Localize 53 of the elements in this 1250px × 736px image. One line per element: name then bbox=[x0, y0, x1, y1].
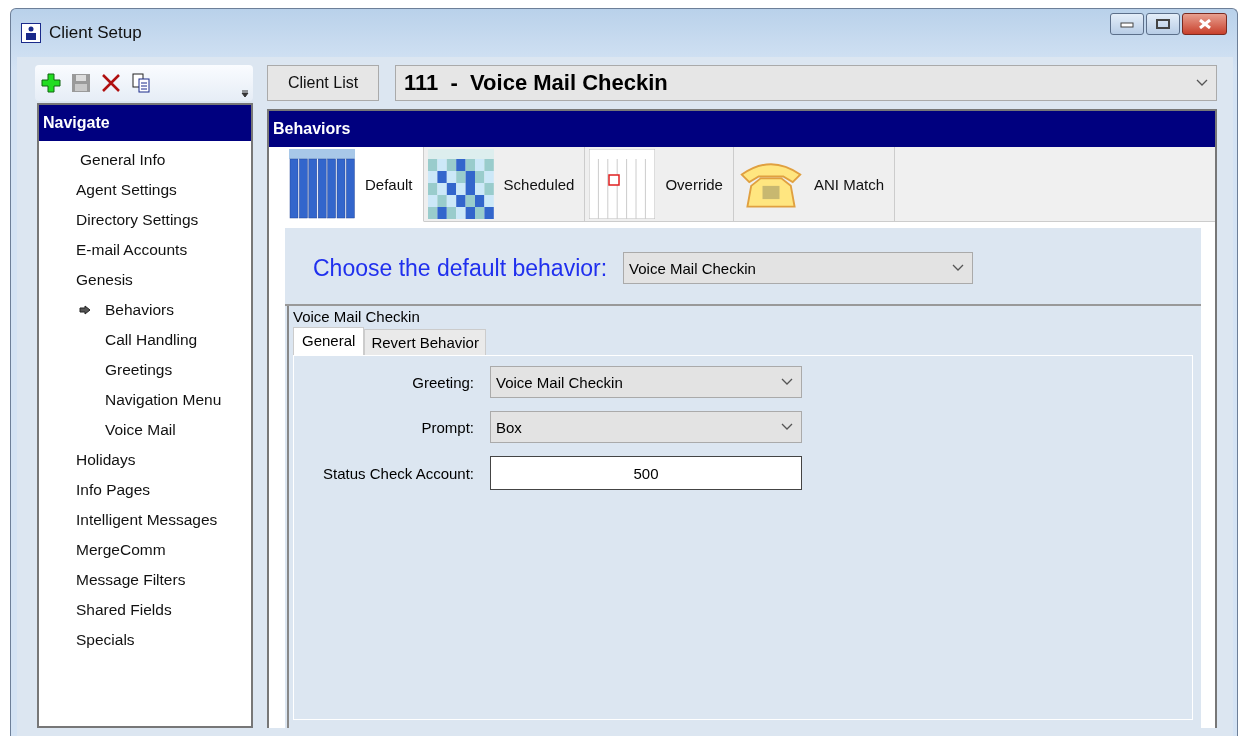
calendar-week-icon bbox=[289, 149, 355, 219]
default-behavior-label: Choose the default behavior: bbox=[313, 254, 608, 282]
nav-item[interactable]: Call Handling bbox=[79, 325, 198, 355]
group-title: Voice Mail Checkin bbox=[292, 307, 421, 325]
nav-item[interactable]: MergeComm bbox=[39, 535, 251, 565]
nav-item[interactable]: Message Filters bbox=[39, 565, 251, 595]
field-label: Status Check Account: bbox=[322, 464, 474, 482]
app-logo-icon bbox=[21, 23, 41, 43]
maximize-icon bbox=[1156, 19, 1170, 29]
behaviors-header: Behaviors bbox=[269, 111, 1215, 147]
field-label: Prompt: bbox=[420, 418, 474, 436]
navigate-header: Navigate bbox=[39, 105, 251, 141]
nav-item[interactable]: Agent Settings bbox=[39, 175, 251, 205]
field-label: Greeting: bbox=[411, 373, 474, 391]
nav-item[interactable]: E-mail Accounts bbox=[39, 235, 251, 265]
maximize-button[interactable] bbox=[1146, 13, 1180, 35]
nav-item[interactable]: Shared Fields bbox=[39, 595, 251, 625]
chevron-down-icon bbox=[1196, 79, 1208, 87]
nav-item[interactable]: Behaviors bbox=[79, 295, 174, 325]
delete-icon[interactable] bbox=[101, 73, 121, 93]
dropdown-field[interactable]: Box bbox=[490, 411, 802, 443]
nav-item[interactable]: Info Pages bbox=[39, 475, 251, 505]
nav-item[interactable]: Genesis bbox=[39, 265, 251, 295]
nav-item[interactable]: Greetings bbox=[79, 355, 173, 385]
nav-item[interactable]: Voice Mail bbox=[79, 415, 176, 445]
chevron-down-icon bbox=[952, 264, 965, 272]
nav-item[interactable]: Intelligent Messages bbox=[39, 505, 251, 535]
sub-tab[interactable]: Revert Behavior bbox=[364, 329, 486, 355]
client-list-button[interactable]: Client List bbox=[267, 65, 379, 101]
nav-item[interactable]: General Info bbox=[39, 145, 251, 175]
window-title: Client Setup bbox=[49, 23, 142, 43]
behavior-tab[interactable]: Default bbox=[285, 147, 424, 222]
save-icon[interactable] bbox=[71, 73, 91, 93]
minimize-button[interactable] bbox=[1110, 13, 1144, 35]
minimize-icon bbox=[1120, 20, 1134, 28]
dropdown-field[interactable]: Voice Mail Checkin bbox=[490, 366, 802, 398]
sub-tab[interactable]: General bbox=[293, 327, 365, 355]
calendar-week-icon bbox=[589, 149, 656, 219]
calendar-week-icon bbox=[427, 149, 494, 219]
input-field[interactable]: 500 bbox=[490, 456, 802, 490]
nav-item[interactable]: Directory Settings bbox=[39, 205, 251, 235]
add-icon[interactable] bbox=[41, 73, 61, 93]
close-button[interactable] bbox=[1182, 13, 1227, 35]
nav-item[interactable]: Navigation Menu bbox=[79, 385, 222, 415]
chevron-down-icon bbox=[781, 378, 793, 386]
overflow-icon[interactable] bbox=[241, 88, 249, 98]
default-behavior-dropdown[interactable]: Voice Mail Checkin bbox=[623, 252, 974, 284]
chevron-down-icon bbox=[781, 423, 793, 431]
nav-item[interactable]: Holidays bbox=[39, 445, 251, 475]
close-icon bbox=[1197, 19, 1212, 29]
copy-icon[interactable] bbox=[131, 73, 151, 93]
nav-item[interactable]: Specials bbox=[39, 625, 251, 655]
client-dropdown[interactable]: 111 - Voice Mail Checkin bbox=[395, 65, 1217, 101]
